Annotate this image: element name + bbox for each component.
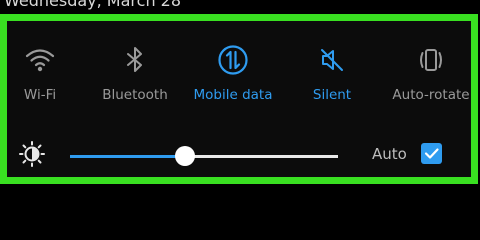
notification-shade: Wednesday, March 28 Wi-Fi Bluetooth Mobi… [0, 0, 480, 240]
brightness-icon [18, 140, 46, 168]
mobile-data-label: Mobile data [193, 87, 273, 103]
bluetooth-toggle[interactable]: Bluetooth [87, 43, 183, 123]
brightness-slider-fill [70, 155, 186, 158]
brightness-slider[interactable] [70, 146, 338, 166]
date-text: Wednesday, March 28 [4, 0, 182, 10]
wifi-icon [23, 43, 57, 77]
silent-toggle[interactable]: Silent [284, 43, 380, 123]
mobile-data-toggle[interactable]: Mobile data [185, 43, 281, 123]
bluetooth-label: Bluetooth [102, 87, 168, 103]
mobile-data-icon [216, 43, 250, 77]
checkmark-icon [424, 148, 439, 159]
brightness-row: Auto [7, 137, 471, 177]
auto-rotate-label: Auto-rotate [392, 87, 470, 103]
wifi-label: Wi-Fi [23, 87, 57, 103]
auto-rotate-toggle[interactable]: Auto-rotate [383, 43, 479, 123]
auto-rotate-icon [414, 43, 448, 77]
quick-settings-panel: Wi-Fi Bluetooth Mobile data Silent Auto-… [0, 14, 478, 184]
wifi-toggle[interactable]: Wi-Fi [0, 43, 88, 123]
auto-brightness-label: Auto [372, 145, 407, 163]
silent-label: Silent [312, 87, 352, 103]
brightness-slider-thumb[interactable] [175, 146, 196, 166]
silent-icon [315, 43, 349, 77]
bluetooth-icon [118, 43, 152, 77]
auto-brightness-checkbox[interactable] [421, 143, 442, 164]
